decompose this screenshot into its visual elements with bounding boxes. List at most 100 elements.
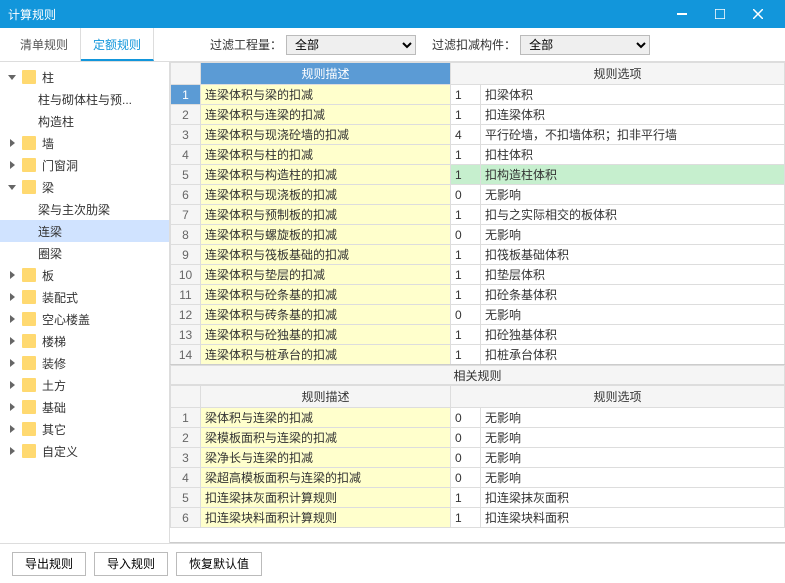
export-rules-button[interactable]: 导出规则 bbox=[12, 552, 86, 576]
table-row[interactable]: 3连梁体积与现浇砼墙的扣减4平行砼墙，不扣墙体积；扣非平行墙 bbox=[171, 125, 785, 145]
tree-item[interactable]: 板 bbox=[0, 264, 169, 286]
rule-code-cell[interactable]: 1 bbox=[451, 345, 481, 365]
related-rules-grid[interactable]: 规则描述 规则选项 1梁体积与连梁的扣减0无影响2梁模板面积与连梁的扣减0无影响… bbox=[170, 385, 785, 543]
restore-defaults-button[interactable]: 恢复默认值 bbox=[176, 552, 262, 576]
rule-code-cell[interactable]: 1 bbox=[451, 325, 481, 345]
chevron-right-icon[interactable] bbox=[6, 313, 18, 325]
rule-option-cell[interactable]: 扣梁体积 bbox=[481, 85, 785, 105]
import-rules-button[interactable]: 导入规则 bbox=[94, 552, 168, 576]
rule-option-cell[interactable]: 无影响 bbox=[481, 468, 785, 488]
rule-code-cell[interactable]: 1 bbox=[451, 205, 481, 225]
rule-description-cell[interactable]: 连梁体积与筏板基础的扣减 bbox=[201, 245, 451, 265]
rule-option-cell[interactable]: 无影响 bbox=[481, 225, 785, 245]
rule-description-cell[interactable]: 连梁体积与构造柱的扣减 bbox=[201, 165, 451, 185]
tree-item[interactable]: 装修 bbox=[0, 352, 169, 374]
tab-list-rules[interactable]: 清单规则 bbox=[8, 28, 81, 61]
rule-option-cell[interactable]: 扣连梁体积 bbox=[481, 105, 785, 125]
rule-description-cell[interactable]: 连梁体积与砼独基的扣减 bbox=[201, 325, 451, 345]
rule-option-cell[interactable]: 无影响 bbox=[481, 408, 785, 428]
rule-option-cell[interactable]: 扣构造柱体积 bbox=[481, 165, 785, 185]
chevron-right-icon[interactable] bbox=[6, 423, 18, 435]
rule-code-cell[interactable]: 1 bbox=[451, 105, 481, 125]
rule-code-cell[interactable]: 1 bbox=[451, 165, 481, 185]
rule-option-cell[interactable]: 平行砼墙，不扣墙体积；扣非平行墙 bbox=[481, 125, 785, 145]
table-row[interactable]: 11连梁体积与砼条基的扣减1扣砼条基体积 bbox=[171, 285, 785, 305]
rule-code-cell[interactable]: 0 bbox=[451, 305, 481, 325]
table-row[interactable]: 2梁模板面积与连梁的扣减0无影响 bbox=[171, 428, 785, 448]
chevron-right-icon[interactable] bbox=[6, 401, 18, 413]
rule-description-cell[interactable]: 梁模板面积与连梁的扣减 bbox=[201, 428, 451, 448]
chevron-right-icon[interactable] bbox=[6, 445, 18, 457]
rule-code-cell[interactable]: 1 bbox=[451, 508, 481, 528]
tree-item[interactable]: 门窗洞 bbox=[0, 154, 169, 176]
rule-code-cell[interactable]: 1 bbox=[451, 85, 481, 105]
rule-code-cell[interactable]: 1 bbox=[451, 488, 481, 508]
rule-option-cell[interactable]: 扣柱体积 bbox=[481, 145, 785, 165]
rule-description-cell[interactable]: 连梁体积与桩承台的扣减 bbox=[201, 345, 451, 365]
rule-code-cell[interactable]: 0 bbox=[451, 225, 481, 245]
rule-code-cell[interactable]: 0 bbox=[451, 448, 481, 468]
chevron-right-icon[interactable] bbox=[6, 379, 18, 391]
chevron-right-icon[interactable] bbox=[6, 159, 18, 171]
rule-option-cell[interactable]: 扣与之实际相交的板体积 bbox=[481, 205, 785, 225]
rule-option-cell[interactable]: 无影响 bbox=[481, 185, 785, 205]
table-row[interactable]: 3梁净长与连梁的扣减0无影响 bbox=[171, 448, 785, 468]
rule-code-cell[interactable]: 0 bbox=[451, 185, 481, 205]
rule-code-cell[interactable]: 0 bbox=[451, 468, 481, 488]
tab-quota-rules[interactable]: 定额规则 bbox=[81, 28, 154, 61]
tree-item[interactable]: 自定义 bbox=[0, 440, 169, 462]
chevron-right-icon[interactable] bbox=[6, 335, 18, 347]
table-row[interactable]: 6扣连梁块料面积计算规则1扣连梁块料面积 bbox=[171, 508, 785, 528]
rule-code-cell[interactable]: 4 bbox=[451, 125, 481, 145]
rule-description-cell[interactable]: 连梁体积与现浇板的扣减 bbox=[201, 185, 451, 205]
tree-child[interactable]: 柱与砌体柱与预... bbox=[0, 88, 169, 110]
table-row[interactable]: 6连梁体积与现浇板的扣减0无影响 bbox=[171, 185, 785, 205]
rule-option-cell[interactable]: 扣连梁抹灰面积 bbox=[481, 488, 785, 508]
rule-option-cell[interactable]: 扣桩承台体积 bbox=[481, 345, 785, 365]
table-row[interactable]: 13连梁体积与砼独基的扣减1扣砼独基体积 bbox=[171, 325, 785, 345]
table-row[interactable]: 5连梁体积与构造柱的扣减1扣构造柱体积 bbox=[171, 165, 785, 185]
rule-description-cell[interactable]: 梁超高模板面积与连梁的扣减 bbox=[201, 468, 451, 488]
rule-code-cell[interactable]: 1 bbox=[451, 265, 481, 285]
table-row[interactable]: 4连梁体积与柱的扣减1扣柱体积 bbox=[171, 145, 785, 165]
chevron-right-icon[interactable] bbox=[6, 291, 18, 303]
rule-code-cell[interactable]: 1 bbox=[451, 245, 481, 265]
tree-item[interactable]: 空心楼盖 bbox=[0, 308, 169, 330]
tree-item[interactable]: 梁 bbox=[0, 176, 169, 198]
rule-description-cell[interactable]: 连梁体积与螺旋板的扣减 bbox=[201, 225, 451, 245]
chevron-right-icon[interactable] bbox=[6, 269, 18, 281]
rule-option-cell[interactable]: 扣砼独基体积 bbox=[481, 325, 785, 345]
tree-item[interactable]: 柱 bbox=[0, 66, 169, 88]
minimize-button[interactable] bbox=[663, 0, 701, 28]
tree-item[interactable]: 土方 bbox=[0, 374, 169, 396]
tree-child[interactable]: 连梁 bbox=[0, 220, 169, 242]
table-row[interactable]: 14连梁体积与桩承台的扣减1扣桩承台体积 bbox=[171, 345, 785, 365]
rule-option-cell[interactable]: 扣连梁块料面积 bbox=[481, 508, 785, 528]
rule-description-cell[interactable]: 梁体积与连梁的扣减 bbox=[201, 408, 451, 428]
table-row[interactable]: 2连梁体积与连梁的扣减1扣连梁体积 bbox=[171, 105, 785, 125]
rule-code-cell[interactable]: 0 bbox=[451, 408, 481, 428]
rule-option-cell[interactable]: 无影响 bbox=[481, 305, 785, 325]
tree-item[interactable]: 装配式 bbox=[0, 286, 169, 308]
category-tree[interactable]: 柱柱与砌体柱与预...构造柱墙门窗洞梁梁与主次肋梁连梁圈梁板装配式空心楼盖楼梯装… bbox=[0, 62, 170, 543]
tree-child[interactable]: 圈梁 bbox=[0, 242, 169, 264]
rule-description-cell[interactable]: 连梁体积与柱的扣减 bbox=[201, 145, 451, 165]
rule-description-cell[interactable]: 梁净长与连梁的扣减 bbox=[201, 448, 451, 468]
rule-description-cell[interactable]: 连梁体积与砼条基的扣减 bbox=[201, 285, 451, 305]
rule-description-cell[interactable]: 连梁体积与连梁的扣减 bbox=[201, 105, 451, 125]
table-row[interactable]: 12连梁体积与砖条基的扣减0无影响 bbox=[171, 305, 785, 325]
rule-option-cell[interactable]: 扣砼条基体积 bbox=[481, 285, 785, 305]
table-row[interactable]: 7连梁体积与预制板的扣减1扣与之实际相交的板体积 bbox=[171, 205, 785, 225]
rule-option-cell[interactable]: 无影响 bbox=[481, 448, 785, 468]
chevron-right-icon[interactable] bbox=[6, 357, 18, 369]
chevron-right-icon[interactable] bbox=[6, 137, 18, 149]
rule-code-cell[interactable]: 0 bbox=[451, 428, 481, 448]
filter-deduction-select[interactable]: 全部 bbox=[520, 35, 650, 55]
rule-description-cell[interactable]: 连梁体积与垫层的扣减 bbox=[201, 265, 451, 285]
rule-code-cell[interactable]: 1 bbox=[451, 145, 481, 165]
tree-item[interactable]: 其它 bbox=[0, 418, 169, 440]
maximize-button[interactable] bbox=[701, 0, 739, 28]
rule-description-cell[interactable]: 扣连梁块料面积计算规则 bbox=[201, 508, 451, 528]
rule-description-cell[interactable]: 连梁体积与砖条基的扣减 bbox=[201, 305, 451, 325]
table-row[interactable]: 5扣连梁抹灰面积计算规则1扣连梁抹灰面积 bbox=[171, 488, 785, 508]
